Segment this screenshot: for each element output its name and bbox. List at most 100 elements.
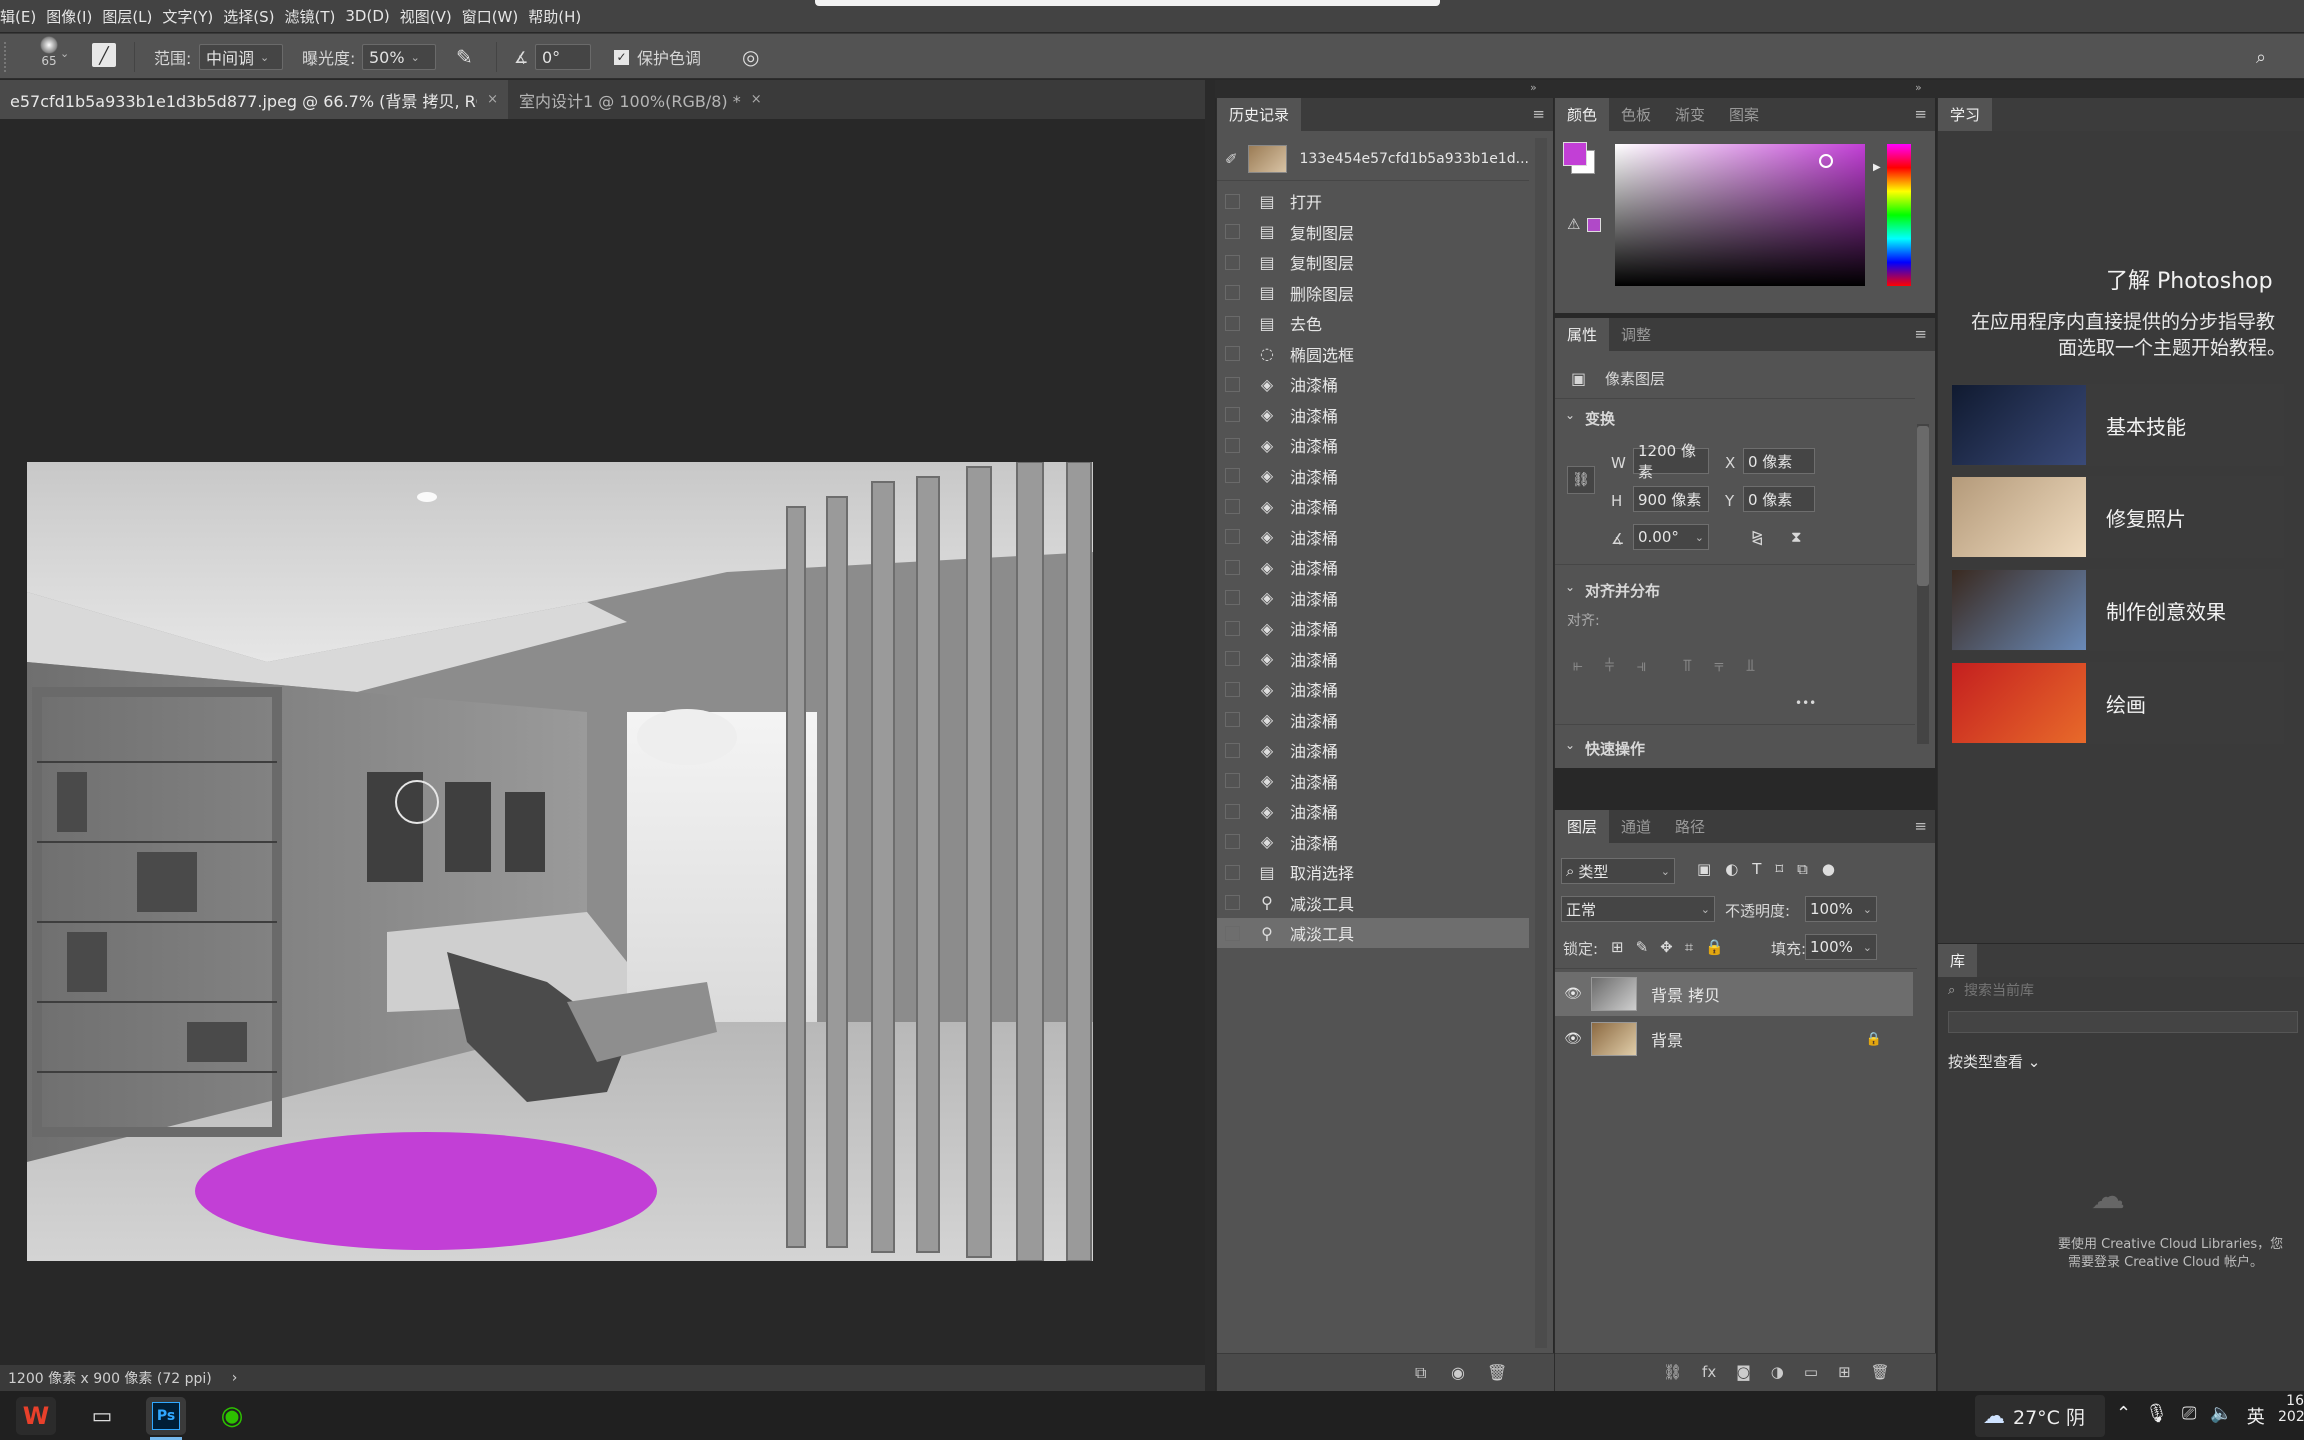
filter-toggle-icon[interactable]: ● xyxy=(1822,860,1835,878)
lock-image-icon[interactable]: ✎ xyxy=(1636,938,1649,956)
tab-libraries[interactable]: 库 xyxy=(1938,944,1978,977)
menu-view[interactable]: 视图(V) xyxy=(400,6,462,27)
filter-shape-icon[interactable]: ⌑ xyxy=(1775,860,1783,878)
video-call-icon[interactable]: ▭ xyxy=(82,1397,122,1435)
lock-all-icon[interactable]: 🔒 xyxy=(1705,938,1724,956)
history-state-row[interactable]: ▤ 删除图层 xyxy=(1217,278,1529,308)
history-source-checkbox[interactable] xyxy=(1225,681,1240,697)
history-source-checkbox[interactable] xyxy=(1225,834,1240,849)
lock-position-icon[interactable]: ✥ xyxy=(1660,938,1673,956)
history-state-row[interactable]: ◈ 油漆桶 xyxy=(1217,644,1529,674)
history-source-checkbox[interactable] xyxy=(1225,315,1240,331)
history-source-checkbox[interactable] xyxy=(1225,224,1240,239)
panel-menu-icon[interactable]: ≡ xyxy=(1532,105,1545,123)
fill-input[interactable]: 100% ⌄ xyxy=(1805,934,1877,960)
history-state-row[interactable]: ◈ 油漆桶 xyxy=(1217,613,1529,643)
history-state-row[interactable]: ◌ 椭圆选框 xyxy=(1217,339,1529,369)
lock-transparent-icon[interactable]: ⊞ xyxy=(1611,938,1624,956)
menu-select[interactable]: 选择(S) xyxy=(223,6,284,27)
tab-document-2[interactable]: 室内设计1 @ 100%(RGB/8) * × xyxy=(509,80,762,119)
chevron-down-icon[interactable]: ⌄ xyxy=(1565,408,1575,422)
scroll-thumb[interactable] xyxy=(1917,426,1929,586)
search-icon[interactable]: ⌕ xyxy=(2256,44,2266,70)
history-state-row[interactable]: ▤ 复制图层 xyxy=(1217,217,1529,247)
tab-swatches[interactable]: 色板 xyxy=(1609,98,1663,131)
history-source-checkbox[interactable] xyxy=(1225,468,1240,483)
clock[interactable]: 16 202 xyxy=(2278,1393,2304,1425)
history-state-row[interactable]: ◈ 油漆桶 xyxy=(1217,522,1529,552)
add-mask-icon[interactable]: ◙ xyxy=(1736,1363,1751,1381)
tab-color[interactable]: 颜色 xyxy=(1555,98,1610,131)
color-field[interactable] xyxy=(1615,144,1865,286)
range-select[interactable]: 中间调 ⌄ xyxy=(199,44,283,70)
history-source-checkbox[interactable] xyxy=(1225,803,1240,819)
link-layers-icon[interactable]: ⛓ xyxy=(1663,1363,1682,1381)
layer-row-background-copy[interactable]: 👁 背景 拷贝 xyxy=(1555,972,1913,1016)
history-source-checkbox[interactable] xyxy=(1225,407,1240,422)
library-search-input[interactable] xyxy=(1964,979,2294,1003)
align-top-icon[interactable]: ⫪ xyxy=(1683,656,1693,676)
rotation-input[interactable]: 0.00° ⌄ xyxy=(1633,524,1709,550)
filter-adjustment-icon[interactable]: ◐ xyxy=(1725,860,1738,878)
history-source-checkbox[interactable] xyxy=(1225,590,1240,605)
menu-type[interactable]: 文字(Y) xyxy=(162,6,223,27)
protect-tone-checkbox-row[interactable]: ✓ 保护色调 xyxy=(614,44,701,70)
width-input[interactable]: 1200 像素 xyxy=(1633,442,1709,481)
history-state-row[interactable]: ▤ 取消选择 xyxy=(1217,857,1529,887)
history-source-checkbox[interactable] xyxy=(1225,925,1240,941)
align-center-h-icon[interactable]: ⫩ xyxy=(1605,656,1615,676)
close-icon[interactable]: × xyxy=(487,92,498,107)
options-grip[interactable] xyxy=(4,42,18,72)
history-state-row[interactable]: ◈ 油漆桶 xyxy=(1217,491,1529,521)
layer-row-background[interactable]: 👁 背景 🔒 xyxy=(1555,1017,1912,1061)
history-state-row[interactable]: ◈ 油漆桶 xyxy=(1217,461,1529,491)
history-source-checkbox[interactable] xyxy=(1225,620,1240,636)
filter-smart-object-icon[interactable]: ⧉ xyxy=(1797,860,1808,878)
history-source-checkbox[interactable] xyxy=(1225,498,1240,514)
history-source-checkbox[interactable] xyxy=(1225,651,1240,666)
filter-pixel-icon[interactable]: ▣ xyxy=(1697,860,1711,878)
history-source-checkbox[interactable] xyxy=(1225,376,1240,392)
menu-3d[interactable]: 3D(D) xyxy=(345,7,399,25)
airbrush-icon[interactable]: ✎ xyxy=(456,44,473,70)
history-source-checkbox[interactable] xyxy=(1225,193,1240,209)
brush-settings-icon[interactable]: ╱ xyxy=(92,43,116,67)
pressure-size-icon[interactable]: ◎ xyxy=(742,44,759,70)
tab-document-1[interactable]: e57cfd1b5a933b1e1d3b5d877.jpeg @ 66.7% (… xyxy=(0,80,508,119)
weather-widget[interactable]: ☁ 27°C 阴 xyxy=(1975,1395,2105,1437)
panel-menu-icon[interactable]: ≡ xyxy=(1914,817,1927,835)
flip-horizontal-icon[interactable]: ⧎ xyxy=(1751,528,1764,546)
history-state-row[interactable]: ▤ 复制图层 xyxy=(1217,247,1529,277)
chevron-down-icon[interactable]: ⌄ xyxy=(60,47,69,60)
document-image[interactable] xyxy=(27,462,1093,1261)
history-brush-icon[interactable]: ✐ xyxy=(1225,150,1238,168)
align-right-icon[interactable]: ⫣ xyxy=(1636,656,1646,676)
tutorial-card-fix-photo[interactable]: 修复照片 xyxy=(1952,476,2284,558)
flip-vertical-icon[interactable]: ⧗ xyxy=(1791,528,1802,546)
menu-image[interactable]: 图像(I) xyxy=(46,6,102,27)
exposure-input[interactable]: 50% ⌄ xyxy=(362,44,436,70)
tab-paths[interactable]: 路径 xyxy=(1663,810,1717,843)
panel-menu-icon[interactable]: ≡ xyxy=(1914,325,1927,343)
network-icon[interactable]: ⎚ xyxy=(2182,1403,2196,1429)
x-input[interactable]: 0 像素 xyxy=(1743,448,1815,474)
history-source-checkbox[interactable] xyxy=(1225,254,1240,270)
history-source-checkbox[interactable] xyxy=(1225,346,1240,361)
gamut-color-swatch[interactable] xyxy=(1587,218,1601,232)
menu-edit[interactable]: 辑(E) xyxy=(0,6,46,27)
more-options-icon[interactable]: ••• xyxy=(1795,696,1816,710)
blend-mode-select[interactable]: 正常 ⌄ xyxy=(1561,896,1715,922)
tab-gradients[interactable]: 渐变 xyxy=(1663,98,1717,131)
tab-adjustments[interactable]: 调整 xyxy=(1609,318,1663,351)
layer-name[interactable]: 背景 xyxy=(1651,1027,1683,1051)
photoshop-taskbar-icon[interactable]: Ps xyxy=(146,1397,186,1435)
history-state-row[interactable]: ◈ 油漆桶 xyxy=(1217,705,1529,735)
layer-filter-select[interactable]: ⌕ 类型 ⌄ xyxy=(1561,858,1675,884)
menu-filter[interactable]: 滤镜(T) xyxy=(285,6,346,27)
library-select[interactable] xyxy=(1948,1011,2298,1033)
history-state-row[interactable]: ◈ 油漆桶 xyxy=(1217,430,1529,460)
fx-icon[interactable]: fx xyxy=(1702,1363,1716,1381)
align-bottom-icon[interactable]: ⫫ xyxy=(1746,656,1756,676)
history-scrollbar[interactable] xyxy=(1535,138,1547,1348)
title-search-strip[interactable] xyxy=(815,0,1440,6)
